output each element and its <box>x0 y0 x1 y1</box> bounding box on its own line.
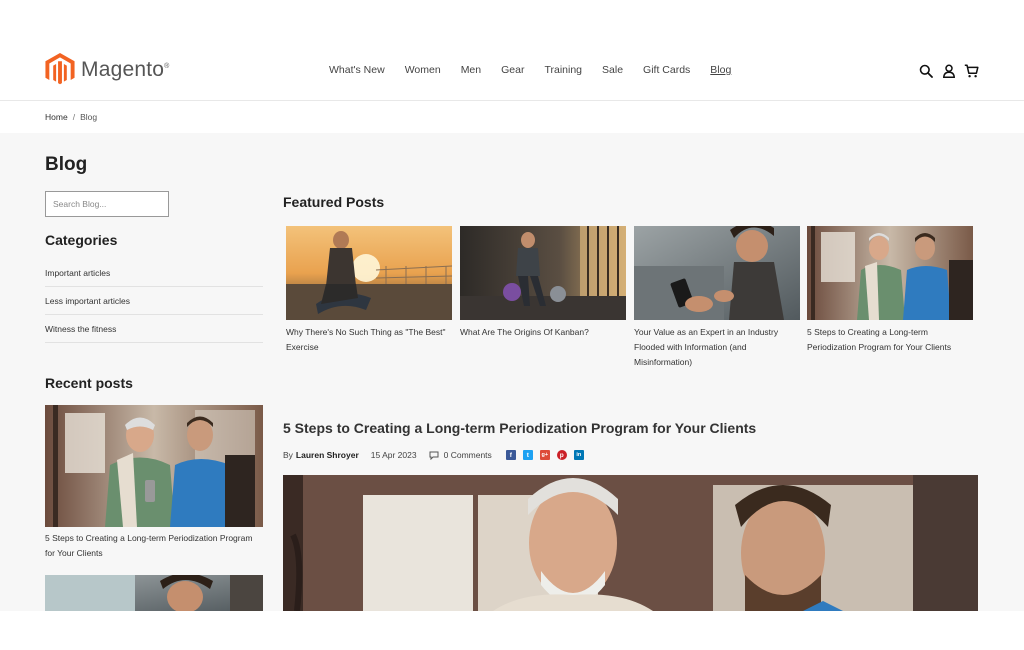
featured-post-image[interactable] <box>634 226 800 320</box>
linkedin-share-icon[interactable]: in <box>573 450 584 460</box>
featured-post-title[interactable]: Why There's No Such Thing as "The Best" … <box>286 325 452 355</box>
cart-icon[interactable] <box>964 63 979 78</box>
featured-post-title[interactable]: Your Value as an Expert in an Industry F… <box>634 325 800 370</box>
main-nav: What's New Women Men Gear Training Sale … <box>329 64 731 76</box>
breadcrumb-bar: Home / Blog <box>0 101 1024 133</box>
trademark: ® <box>164 62 170 70</box>
post-comments-count: 0 Comments <box>443 450 492 460</box>
featured-post-image[interactable] <box>460 226 626 320</box>
page-title: Blog <box>45 154 88 175</box>
breadcrumb-home[interactable]: Home <box>45 112 68 122</box>
site-header: Magento® What's New Women Men Gear Train… <box>0 40 1024 101</box>
nav-item-women[interactable]: Women <box>405 64 441 76</box>
featured-post-image[interactable] <box>286 226 452 320</box>
breadcrumb-current: Blog <box>80 112 98 122</box>
recent-post-title[interactable]: 5 Steps to Creating a Long-term Periodiz… <box>45 531 263 561</box>
nav-item-gear[interactable]: Gear <box>501 64 524 76</box>
nav-item-men[interactable]: Men <box>461 64 481 76</box>
featured-post-card[interactable]: Your Value as an Expert in an Industry F… <box>634 226 800 370</box>
category-item-important-articles[interactable]: Important articles <box>45 259 263 287</box>
brand-name: Magento <box>81 57 165 81</box>
nav-item-blog[interactable]: Blog <box>710 64 731 76</box>
google-plus-share-icon[interactable]: g+ <box>539 450 550 460</box>
featured-post-card[interactable]: Why There's No Such Thing as "The Best" … <box>286 226 452 355</box>
recent-post-image[interactable] <box>45 405 263 527</box>
featured-post-card[interactable]: 5 Steps to Creating a Long-term Periodiz… <box>807 226 973 355</box>
nav-item-sale[interactable]: Sale <box>602 64 623 76</box>
pinterest-share-icon[interactable]: p <box>556 450 567 460</box>
featured-post-title[interactable]: 5 Steps to Creating a Long-term Periodiz… <box>807 325 973 355</box>
nav-item-gift-cards[interactable]: Gift Cards <box>643 64 690 76</box>
post-meta: By Lauren Shroyer 15 Apr 2023 0 Comments… <box>283 450 584 460</box>
category-item-less-important-articles[interactable]: Less important articles <box>45 287 263 315</box>
post-hero-image[interactable] <box>283 475 978 611</box>
recent-posts-heading: Recent posts <box>45 375 133 391</box>
post-title[interactable]: 5 Steps to Creating a Long-term Periodiz… <box>283 420 756 436</box>
categories-heading: Categories <box>45 232 118 248</box>
nav-item-training[interactable]: Training <box>544 64 582 76</box>
breadcrumb-separator: / <box>72 112 76 122</box>
breadcrumb: Home / Blog <box>45 112 97 122</box>
featured-post-card[interactable]: What Are The Origins Of Kanban? <box>460 226 626 340</box>
logo[interactable]: Magento® <box>45 53 169 86</box>
category-item-witness-the-fitness[interactable]: Witness the fitness <box>45 315 263 343</box>
featured-post-title[interactable]: What Are The Origins Of Kanban? <box>460 325 626 340</box>
category-list: Important articles Less important articl… <box>45 259 263 343</box>
search-blog-input[interactable] <box>45 191 169 217</box>
nav-item-whats-new[interactable]: What's New <box>329 64 385 76</box>
post-author[interactable]: Lauren Shroyer <box>296 450 359 460</box>
comment-icon <box>429 451 439 460</box>
twitter-share-icon[interactable]: t <box>522 450 533 460</box>
featured-posts-heading: Featured Posts <box>283 194 385 210</box>
account-icon[interactable] <box>941 63 956 78</box>
featured-post-image[interactable] <box>807 226 973 320</box>
facebook-share-icon[interactable]: f <box>505 450 516 460</box>
magento-logo-icon <box>45 53 75 85</box>
post-by-label: By <box>283 450 293 460</box>
search-icon[interactable] <box>918 63 933 78</box>
post-date: 15 Apr 2023 <box>370 450 417 460</box>
recent-post-image-2[interactable] <box>45 575 263 611</box>
share-buttons: f t g+ p in <box>505 450 584 460</box>
main-content: Blog Categories Important articles Less … <box>0 133 1024 611</box>
post-comments[interactable]: 0 Comments <box>429 450 492 460</box>
header-icons <box>918 63 979 78</box>
